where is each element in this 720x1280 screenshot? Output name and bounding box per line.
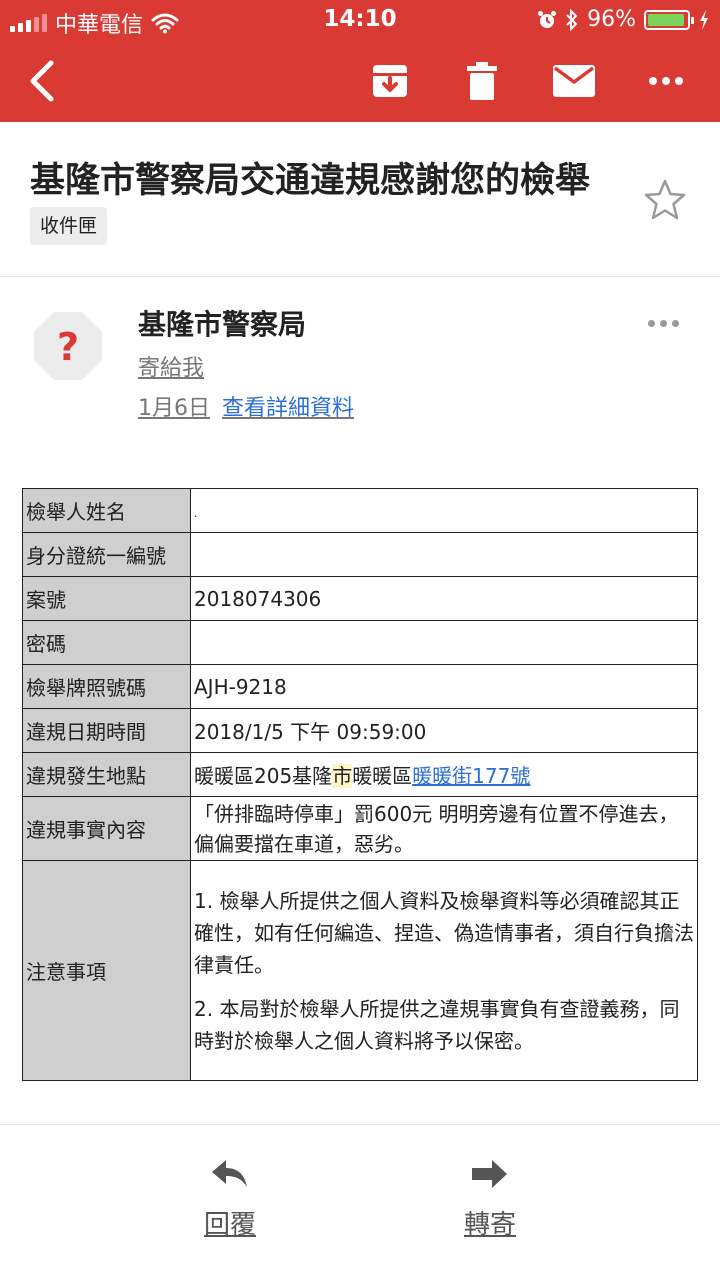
date-line: 1月6日 查看詳細資料	[138, 390, 354, 422]
location-value: 暖暖區205基隆市暖暖區暖暖街177號	[190, 752, 698, 797]
table-row: 密碼	[22, 620, 698, 665]
row-key: 案號	[22, 576, 191, 621]
email-date: 1月6日	[138, 396, 210, 421]
battery-icon	[644, 9, 694, 30]
message-more-button[interactable]	[648, 320, 679, 327]
alarm-icon	[538, 10, 557, 28]
location-highlight: 市	[332, 764, 353, 788]
top-app-bar: 中華電信 14:10 96%	[0, 0, 720, 122]
archive-icon	[373, 65, 407, 97]
star-icon[interactable]	[643, 178, 687, 222]
table-row: 違規日期時間 2018/1/5 下午 09:59:00	[22, 708, 698, 753]
reply-button[interactable]: 回覆	[170, 1158, 290, 1241]
archive-button[interactable]	[368, 56, 412, 106]
row-key: 檢舉牌照號碼	[22, 664, 191, 709]
inbox-label-chip[interactable]: 收件匣	[30, 207, 108, 245]
row-value: .	[190, 488, 698, 533]
row-key: 檢舉人姓名	[22, 488, 191, 533]
table-row: 身分證統一編號	[22, 532, 698, 577]
table-row: 違規事實內容 「併排臨時停車」罰600元 明明旁邊有位置不停進去，偏偏要擋在車道…	[22, 796, 698, 861]
location-prefix: 暖暖區205基隆	[194, 764, 333, 788]
table-row: 注意事項 1. 檢舉人所提供之個人資料及檢舉資料等必須確認其正確性，如有任何編造…	[22, 860, 698, 1081]
status-bar: 中華電信 14:10 96%	[0, 0, 720, 40]
chevron-left-icon	[30, 60, 54, 102]
location-middle: 暖暖區	[352, 764, 413, 788]
row-key: 密碼	[22, 620, 191, 665]
envelope-icon	[553, 65, 595, 97]
row-value: 2018074306	[190, 576, 698, 621]
unknown-sender-avatar-icon[interactable]: ?	[32, 310, 104, 382]
footer-divider	[0, 1124, 720, 1125]
more-options-button[interactable]	[644, 56, 688, 106]
view-details-link[interactable]: 查看詳細資料	[222, 396, 354, 421]
email-subject: 基隆市警察局交通違規感謝您的檢舉	[30, 161, 591, 201]
row-key: 違規事實內容	[22, 796, 191, 861]
sender-name[interactable]: 基隆市警察局	[138, 303, 306, 343]
row-value	[190, 620, 698, 665]
forward-icon	[472, 1160, 507, 1188]
status-right: 96%	[537, 7, 710, 32]
header-divider	[0, 276, 720, 277]
row-value	[190, 532, 698, 577]
forward-label: 轉寄	[463, 1210, 516, 1240]
delete-button[interactable]	[462, 56, 502, 106]
charging-bolt-icon	[700, 9, 708, 30]
more-horizontal-icon	[649, 77, 683, 85]
battery-percent: 96%	[587, 7, 636, 32]
row-key: 違規發生地點	[22, 752, 191, 797]
row-key: 違規日期時間	[22, 708, 191, 753]
table-row: 違規發生地點 暖暖區205基隆市暖暖區暖暖街177號	[22, 752, 698, 797]
back-button[interactable]	[22, 56, 62, 106]
recipient-line[interactable]: 寄給我	[138, 350, 204, 382]
report-table: 檢舉人姓名 . 身分證統一編號 案號 2018074306 密碼 檢舉牌照號碼 …	[22, 488, 698, 1081]
note-1: 1. 檢舉人所提供之個人資料及檢舉資料等必須確認其正確性，如有任何編造、捏造、偽…	[194, 888, 694, 977]
facts-value: 「併排臨時停車」罰600元 明明旁邊有位置不停進去，偏偏要擋在車道，惡劣。	[190, 796, 698, 861]
table-row: 檢舉人姓名 .	[22, 488, 698, 533]
reply-icon	[212, 1160, 247, 1187]
bluetooth-icon	[566, 8, 578, 31]
note-2: 2. 本局對於檢舉人所提供之違規事實負有查證義務，同時對於檢舉人之個人資料將予以…	[194, 996, 680, 1053]
table-row: 檢舉牌照號碼 AJH-9218	[22, 664, 698, 709]
notes-value: 1. 檢舉人所提供之個人資料及檢舉資料等必須確認其正確性，如有任何編造、捏造、偽…	[190, 860, 698, 1081]
reply-label: 回覆	[203, 1210, 256, 1240]
row-value: AJH-9218	[190, 664, 698, 709]
svg-text:?: ?	[57, 325, 79, 369]
row-key: 身分證統一編號	[22, 532, 191, 577]
forward-button[interactable]: 轉寄	[430, 1158, 550, 1241]
row-key: 注意事項	[22, 860, 191, 1081]
battery-fill	[648, 13, 685, 26]
mark-unread-button[interactable]	[550, 56, 598, 106]
address-link[interactable]: 暖暖街177號	[412, 764, 530, 788]
trash-icon	[467, 62, 497, 100]
table-row: 案號 2018074306	[22, 576, 698, 621]
row-value: 2018/1/5 下午 09:59:00	[190, 708, 698, 753]
